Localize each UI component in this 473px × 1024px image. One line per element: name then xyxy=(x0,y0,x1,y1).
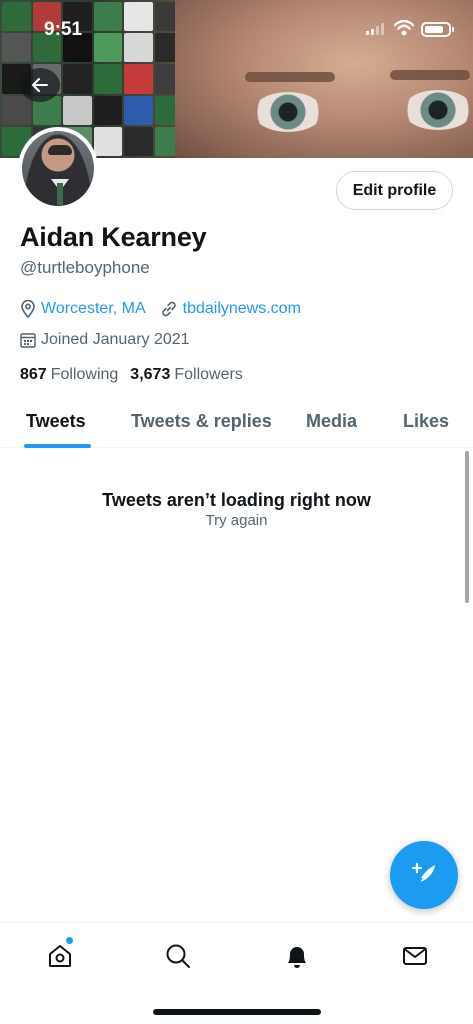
profile-meta-location-website: Worcester, MA tbdailynews.com xyxy=(20,300,301,318)
tab-likes[interactable]: Likes xyxy=(403,411,449,432)
location-pin-icon xyxy=(21,300,35,318)
profile-name: Aidan Kearney xyxy=(20,222,207,252)
nav-messages[interactable] xyxy=(395,939,435,973)
home-icon xyxy=(49,945,71,967)
cellular-signal-icon xyxy=(366,23,384,35)
profile-follow-counts: 867 Following 3,673 Followers xyxy=(20,366,243,384)
empty-state-title: Tweets aren’t loading right now xyxy=(102,490,371,510)
arrow-left-icon xyxy=(32,78,48,92)
profile-avatar[interactable] xyxy=(18,127,98,210)
status-time: 9:51 xyxy=(44,19,83,40)
wifi-icon xyxy=(394,19,414,36)
search-icon xyxy=(166,944,190,968)
compose-tweet-button[interactable] xyxy=(390,841,458,909)
profile-joined-date: Joined January 2021 xyxy=(41,331,190,348)
try-again-button[interactable]: Try again xyxy=(0,512,473,529)
notification-dot xyxy=(66,937,73,944)
edit-profile-button[interactable]: Edit profile xyxy=(336,171,453,210)
profile-tabs: Tweets Tweets & replies Media Likes xyxy=(0,400,473,448)
calendar-icon xyxy=(20,333,36,348)
nav-notifications[interactable] xyxy=(277,939,317,973)
followers-count-link[interactable]: 3,673 Followers xyxy=(130,366,243,384)
compose-feather-icon xyxy=(411,862,435,887)
tab-tweets-replies[interactable]: Tweets & replies xyxy=(131,411,272,432)
battery-icon xyxy=(421,22,454,37)
following-count-link[interactable]: 867 Following xyxy=(20,366,118,384)
bell-icon xyxy=(288,947,306,968)
tab-media[interactable]: Media xyxy=(306,411,357,432)
profile-website-link[interactable]: tbdailynews.com xyxy=(183,300,301,318)
back-button[interactable] xyxy=(20,68,60,102)
scrollbar[interactable] xyxy=(465,451,469,603)
mail-icon xyxy=(403,947,427,965)
status-bar: 9:51 xyxy=(0,0,473,60)
profile-handle: @turtleboyphone xyxy=(20,258,150,277)
nav-search[interactable] xyxy=(158,939,198,973)
nav-home[interactable] xyxy=(40,937,80,973)
home-indicator[interactable] xyxy=(153,1009,321,1015)
profile-location[interactable]: Worcester, MA xyxy=(41,300,146,318)
tab-tweets[interactable]: Tweets xyxy=(26,411,86,432)
profile-meta-joined: Joined January 2021 xyxy=(20,331,190,349)
link-icon xyxy=(161,301,176,317)
active-tab-indicator xyxy=(24,444,91,448)
bottom-navigation xyxy=(0,922,473,1024)
